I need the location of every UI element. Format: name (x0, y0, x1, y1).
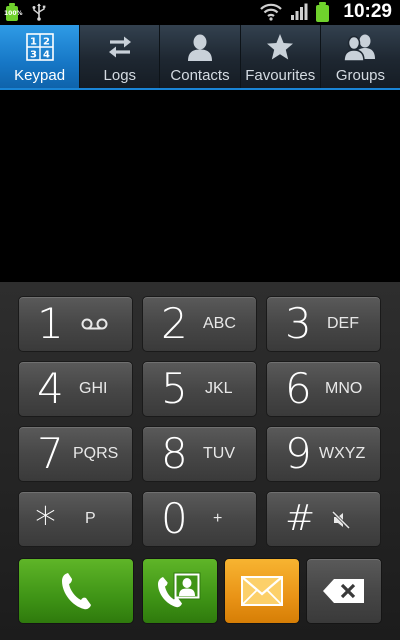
key-5[interactable]: 5 JKL (142, 361, 257, 417)
swap-arrows-icon (107, 33, 133, 61)
key-letters: MNO (325, 380, 363, 397)
envelope-icon (241, 576, 283, 606)
key-digit: * (35, 498, 56, 547)
key-letters: WXYZ (319, 445, 366, 462)
battery-percent: 100% (4, 10, 23, 17)
key-3[interactable]: 3 DEF (266, 296, 381, 352)
key-digit: 5 (161, 364, 188, 413)
keypad-icon-digit: 2 (43, 37, 50, 48)
dial-pad: 1 2 ABC 3 DEF 4 GHI 5 JKL 6 MNO 7 PQRS 8… (0, 282, 400, 640)
key-digit: 9 (285, 429, 312, 478)
key-digit: # (285, 498, 316, 539)
tab-label: Favourites (245, 67, 316, 84)
key-digit: 4 (37, 364, 64, 413)
tab-label: Contacts (170, 67, 230, 84)
key-letters: TUV (203, 445, 235, 462)
tab-label: Groups (335, 67, 386, 84)
tab-logs[interactable]: Logs (80, 25, 161, 88)
key-9[interactable]: 9 WXYZ (266, 426, 381, 482)
battery-icon: 100% (4, 3, 23, 21)
battery-icon (316, 2, 330, 22)
tab-favourites[interactable]: Favourites (241, 25, 321, 88)
key-digit: 3 (285, 299, 312, 348)
key-letters: + (213, 510, 223, 527)
keypad-icon: 1 2 3 4 (25, 33, 54, 61)
keypad-icon-digit: 1 (30, 37, 37, 48)
key-letters: P (85, 510, 96, 527)
key-digit: 1 (37, 299, 64, 348)
message-button[interactable] (224, 558, 300, 624)
key-1[interactable]: 1 (18, 296, 133, 352)
signal-icon (291, 3, 308, 20)
key-digit: 6 (285, 364, 312, 413)
star-icon (266, 33, 294, 61)
tab-label: Logs (103, 67, 137, 84)
key-8[interactable]: 8 TUV (142, 426, 257, 482)
key-hash[interactable]: # (266, 491, 381, 547)
key-2[interactable]: 2 ABC (142, 296, 257, 352)
keypad-icon-digit: 3 (30, 50, 37, 61)
backspace-icon (323, 579, 364, 603)
tab-keypad[interactable]: 1 2 3 4 Keypad (0, 25, 81, 88)
status-bar: 100% 10:29 (0, 0, 400, 25)
key-letters: PQRS (73, 445, 119, 462)
key-6[interactable]: 6 MNO (266, 361, 381, 417)
tab-label: Keypad (14, 67, 66, 84)
tab-contacts[interactable]: Contacts (160, 25, 241, 88)
wifi-icon (260, 3, 283, 21)
tab-bar: 1 2 3 4 Keypad Logs Contacts Favourites … (0, 25, 400, 88)
key-digit: 2 (161, 299, 188, 348)
key-digit: 0 (161, 494, 188, 543)
voicemail-icon (81, 318, 108, 330)
tab-groups[interactable]: Groups (321, 25, 400, 88)
key-letters: ABC (203, 315, 236, 332)
video-call-button[interactable] (142, 558, 218, 624)
key-digit: 7 (37, 429, 64, 478)
group-icon (343, 33, 377, 61)
key-7[interactable]: 7 PQRS (18, 426, 133, 482)
key-letters: GHI (79, 380, 108, 397)
phone-icon (62, 573, 91, 610)
person-icon (187, 33, 213, 61)
clock: 10:29 (343, 1, 392, 22)
key-letters: JKL (205, 380, 233, 397)
call-button[interactable] (18, 558, 134, 624)
delete-button[interactable] (306, 558, 382, 624)
key-4[interactable]: 4 GHI (18, 361, 133, 417)
mute-icon (331, 510, 351, 530)
key-star[interactable]: * P (18, 491, 133, 547)
key-0[interactable]: 0 + (142, 491, 257, 547)
key-digit: 8 (161, 429, 188, 478)
number-display[interactable] (0, 90, 400, 282)
key-letters: DEF (327, 315, 359, 332)
keypad-icon-digit: 4 (43, 50, 50, 61)
usb-icon (32, 3, 46, 21)
video-call-icon (158, 572, 201, 608)
